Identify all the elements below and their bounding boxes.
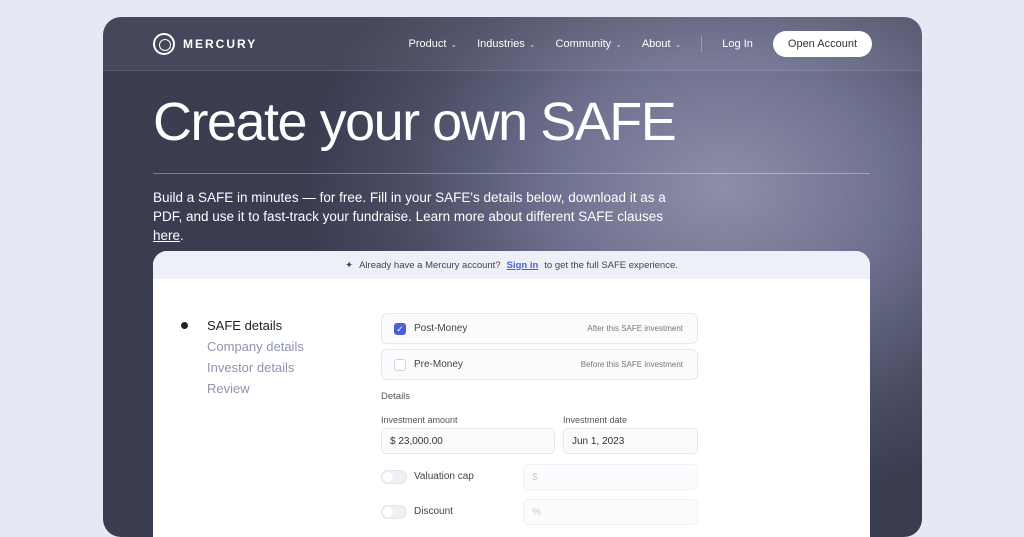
mercury-logo-icon [153,33,175,55]
discount-toggle[interactable] [381,505,407,519]
nav-industries[interactable]: Industries ⌄ [477,38,535,50]
investment-date-input[interactable]: Jun 1, 2023 [563,428,698,454]
chevron-down-icon: ⌄ [528,40,536,49]
brand-name: MERCURY [183,37,258,51]
date-label: Investment date [563,415,628,425]
brand-logo[interactable]: MERCURY [153,33,257,55]
intro-text: Build a SAFE in minutes — for free. Fill… [153,190,666,243]
step-nav: SAFE details Company details Investor de… [181,315,304,399]
nav-about[interactable]: About ⌄ [642,38,681,50]
discount-input[interactable]: % [523,499,698,525]
step-company-details[interactable]: Company details [194,336,304,357]
amount-label: Investment amount [381,415,458,425]
page-frame: MERCURY Product ⌄ Industries ⌄ Community ⌄ … [103,17,922,537]
signin-banner: ✦ Already have a Mercury account? Sign in t… [153,251,870,279]
valuation-cap-label: Valuation cap [414,471,474,482]
post-money-option[interactable]: ✓ Post-Money After this SAFE investment [381,313,698,344]
chevron-down-icon: ⌄ [450,40,458,49]
step-review[interactable]: Review [194,378,304,399]
investment-amount-input[interactable]: $ 23,000.00 [381,428,555,454]
nav-product[interactable]: Product ⌄ [408,38,457,50]
chevron-down-icon: ⌄ [674,40,682,49]
page-title: Create your own SAFE [153,92,677,152]
divider [153,173,870,174]
valuation-cap-input[interactable]: $ [523,464,698,490]
details-heading: Details [381,391,411,402]
checkbox-checked-icon[interactable]: ✓ [394,322,406,335]
step-safe-details[interactable]: SAFE details [181,315,304,336]
checkbox-icon[interactable] [394,358,406,371]
clauses-link[interactable]: here [153,228,180,243]
step-investor-details[interactable]: Investor details [194,357,304,378]
top-nav: MERCURY Product ⌄ Industries ⌄ Community ⌄ … [103,17,922,71]
chevron-down-icon: ⌄ [615,40,622,49]
pre-money-option[interactable]: Pre-Money Before this SAFE investment [381,349,698,380]
valuation-cap-toggle[interactable] [381,470,407,484]
sign-in-link[interactable]: Sign in [507,260,539,271]
login-link[interactable]: Log In [722,38,753,50]
nav-community[interactable]: Community ⌄ [556,38,622,50]
nav-divider [701,36,703,52]
open-account-button[interactable]: Open Account [772,31,872,57]
sparkle-icon: ✦ [345,259,354,271]
safe-form-card: ✦ Already have a Mercury account? Sign in t… [153,251,870,537]
